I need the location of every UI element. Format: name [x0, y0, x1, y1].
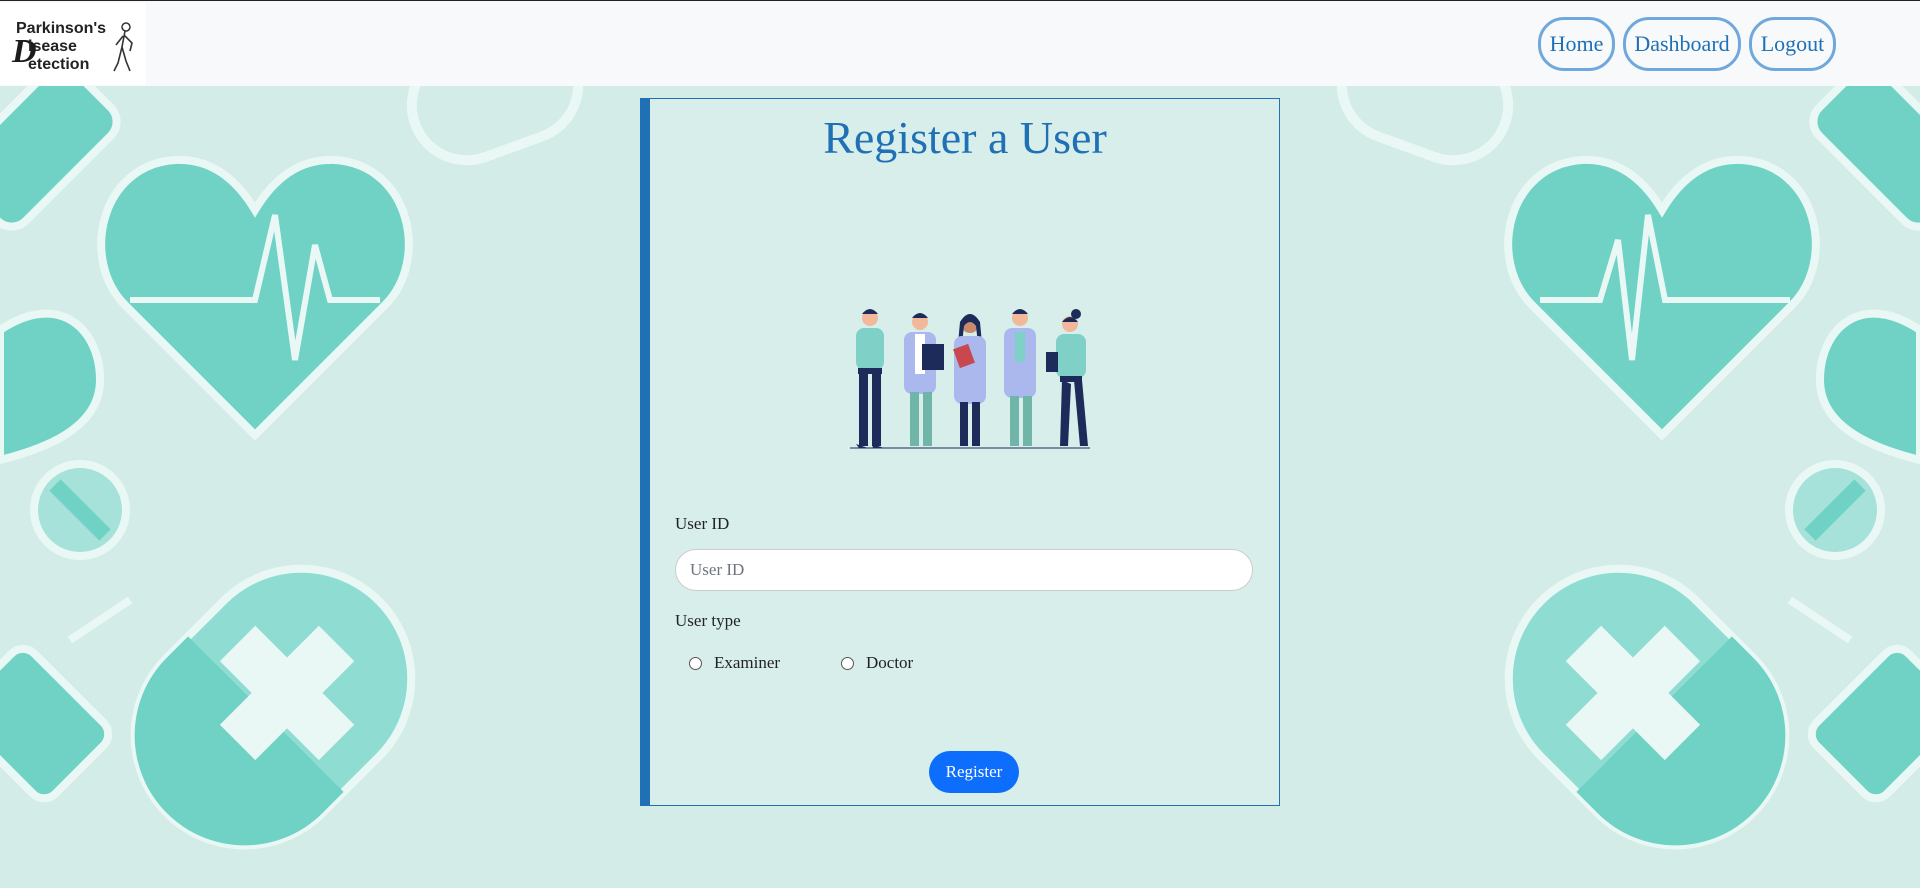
app-logo[interactable]: Parkinson's D isease etection: [0, 3, 146, 85]
page-title: Register a User: [823, 112, 1107, 163]
navbar: Parkinson's D isease etection Home Dashb…: [0, 0, 1920, 86]
doctor-figure: [904, 313, 944, 446]
user-type-option-examiner[interactable]: Examiner: [689, 653, 780, 673]
doctor-figure: [1004, 309, 1036, 446]
logout-button[interactable]: Logout: [1749, 17, 1836, 71]
tablet-icon: [30, 460, 130, 560]
examiner-radio[interactable]: [689, 656, 702, 670]
tablet-icon: [1785, 460, 1885, 560]
doctor-figure: [953, 314, 986, 446]
register-button[interactable]: Register: [929, 751, 1019, 793]
home-button[interactable]: Home: [1538, 17, 1615, 71]
logo-line-3: etection: [28, 56, 90, 73]
register-card: Register a User User ID User ID User typ…: [640, 98, 1280, 806]
medical-team-illustration: [850, 309, 1090, 449]
doctor-figure: [856, 309, 884, 448]
user-id-input[interactable]: [675, 549, 1253, 591]
examiner-radio-label: Examiner: [714, 653, 781, 672]
user-type-label: User type: [675, 611, 741, 630]
user-type-option-doctor[interactable]: Doctor: [841, 653, 913, 673]
logo-line-2: isease: [28, 38, 77, 55]
doctor-radio-label: Doctor: [866, 653, 914, 672]
doctor-radio[interactable]: [841, 656, 854, 670]
dashboard-button[interactable]: Dashboard: [1623, 17, 1741, 71]
walking-figure-icon: [113, 22, 133, 72]
user-id-label: User ID: [675, 514, 730, 533]
nurse-figure: [1046, 309, 1088, 446]
